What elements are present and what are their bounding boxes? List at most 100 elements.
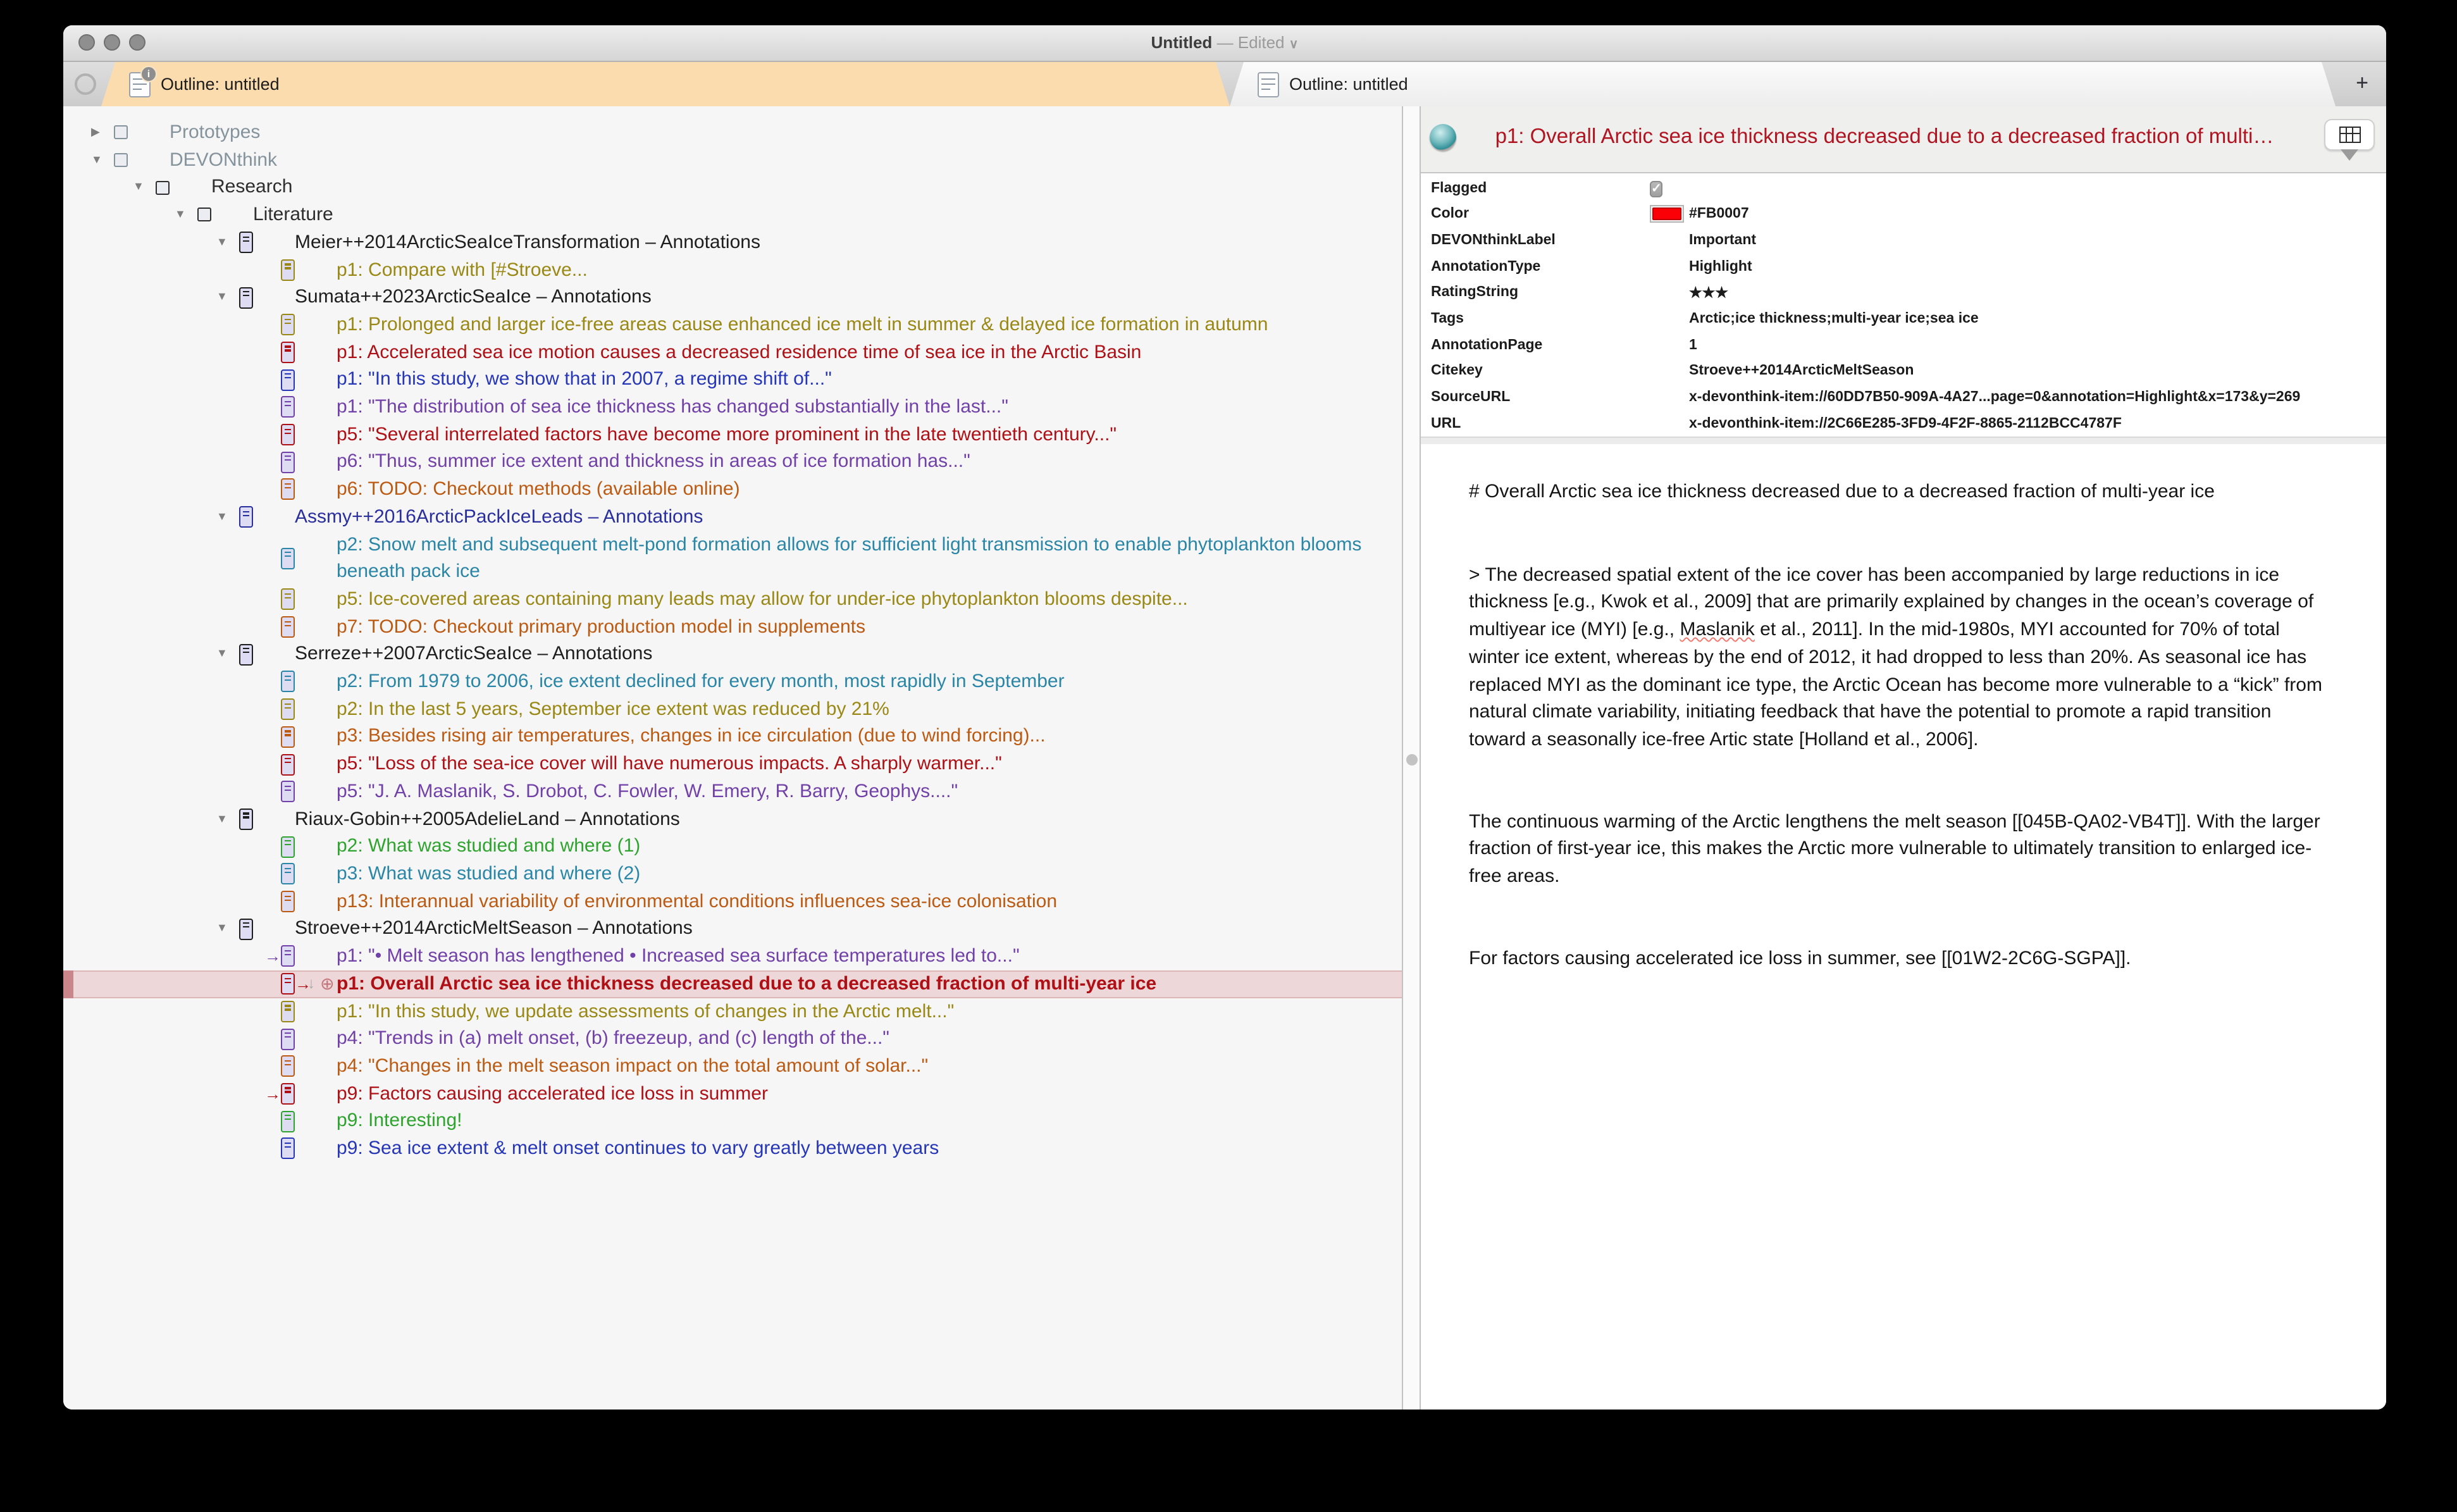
- document-icon: [281, 479, 295, 500]
- outline-item-row[interactable]: p5: "Loss of the sea-ice cover will have…: [63, 750, 1402, 778]
- document-icon: [281, 548, 295, 569]
- field-label: DEVONthinkLabel: [1431, 233, 1556, 248]
- outline-item-row[interactable]: p1: "In this study, we show that in 2007…: [63, 366, 1402, 393]
- field-link-value[interactable]: x-devonthink-item://2C66E285-3FD9-4F2F-8…: [1689, 416, 2122, 431]
- folder-icon: [114, 153, 128, 167]
- inspector-field-color: Color#FB0007: [1421, 201, 2386, 227]
- outline-item-row[interactable]: →p1: "• Melt season has lengthened • Inc…: [63, 943, 1402, 970]
- disclosure-triangle-icon[interactable]: ▼: [216, 915, 228, 943]
- outline-item-row[interactable]: p1: "In this study, we update assessment…: [63, 998, 1402, 1025]
- document-icon: [281, 616, 295, 638]
- outline-row-text: p9: Interesting!: [337, 1110, 462, 1132]
- outline-item-row[interactable]: p2: From 1979 to 2006, ice extent declin…: [63, 668, 1402, 695]
- outline-row-text: p1: Compare with [#Stroeve...: [337, 259, 588, 280]
- outline-item-row[interactable]: p2: In the last 5 years, September ice e…: [63, 696, 1402, 723]
- document-icon: [281, 342, 295, 363]
- disclosure-triangle-icon[interactable]: ▼: [175, 201, 186, 228]
- outline-item-row[interactable]: p5: Ice-covered areas containing many le…: [63, 586, 1402, 613]
- divider-knob[interactable]: [1406, 754, 1417, 765]
- folder-icon: [114, 126, 128, 140]
- outline-row-text: p13: Interannual variability of environm…: [337, 890, 1057, 912]
- tab-overview-button[interactable]: [75, 73, 96, 95]
- outline-item-row[interactable]: →↓⊕p1: Overall Arctic sea ice thickness …: [63, 970, 1402, 998]
- outline-item-row[interactable]: p4: "Changes in the melt season impact o…: [63, 1053, 1402, 1080]
- outline-item-row[interactable]: p3: Besides rising air temperatures, cha…: [63, 723, 1402, 750]
- document-icon: [239, 232, 253, 253]
- window-title: Untitled — Edited ∨: [63, 25, 2386, 63]
- outline-item-row[interactable]: p2: What was studied and where (1): [63, 833, 1402, 860]
- outline-item-row[interactable]: p1: Compare with [#Stroeve...: [63, 256, 1402, 283]
- outline-item-row[interactable]: ▼ Meier++2014ArcticSeaIceTransformation –…: [63, 229, 1402, 256]
- outline-item-row[interactable]: →p9: Factors causing accelerated ice los…: [63, 1080, 1402, 1107]
- pane-divider[interactable]: [1402, 106, 1421, 1410]
- outline-item-row[interactable]: p1: "The distribution of sea ice thickne…: [63, 393, 1402, 421]
- move-down-arrow-icon[interactable]: ↓: [307, 970, 315, 998]
- outline-group-row[interactable]: ▶Prototypes: [63, 119, 1402, 146]
- inspector-field-sourceurl: SourceURLx-devonthink-item://60DD7B50-90…: [1421, 385, 2386, 411]
- disclosure-triangle-icon[interactable]: ▼: [91, 146, 102, 173]
- outline-item-row[interactable]: ▼ Assmy++2016ArcticPackIceLeads – Annotat…: [63, 504, 1402, 531]
- disclosure-triangle-icon[interactable]: ▼: [216, 504, 228, 531]
- outline-row-text: p9: Factors causing accelerated ice loss…: [337, 1082, 768, 1104]
- outline-item-row[interactable]: p6: "Thus, summer ice extent and thickne…: [63, 449, 1402, 476]
- outline-row-text: Sumata++2023ArcticSeaIce – Annotations: [295, 286, 652, 307]
- outline-item-row[interactable]: ▼ Sumata++2023ArcticSeaIce – Annotations: [63, 283, 1402, 311]
- document-text-area[interactable]: # Overall Arctic sea ice thickness decre…: [1421, 444, 2386, 1410]
- outline-item-row[interactable]: p1: Accelerated sea ice motion causes a …: [63, 338, 1402, 366]
- outline-item-row[interactable]: p1: Prolonged and larger ice-free areas …: [63, 311, 1402, 338]
- outline-row-text: p2: Snow melt and subsequent melt-pond f…: [337, 531, 1392, 586]
- disclosure-triangle-icon[interactable]: ▼: [133, 174, 144, 201]
- close-button[interactable]: [78, 34, 95, 51]
- outline-item-row[interactable]: p6: TODO: Checkout methods (available on…: [63, 476, 1402, 503]
- minimize-button[interactable]: [104, 34, 120, 51]
- outline-item-row[interactable]: p3: What was studied and where (2): [63, 860, 1402, 888]
- outline-group-row[interactable]: ▼Literature: [63, 201, 1402, 228]
- disclosure-triangle-icon[interactable]: ▼: [216, 229, 228, 256]
- outline-item-row[interactable]: ▼Riaux-Gobin++2005AdelieLand – Annotatio…: [63, 805, 1402, 833]
- outline-item-row[interactable]: p9: Interesting!: [63, 1108, 1402, 1135]
- outline-item-row[interactable]: p7: TODO: Checkout primary production mo…: [63, 613, 1402, 640]
- title-chevron-icon[interactable]: ∨: [1289, 38, 1299, 52]
- disclosure-triangle-icon[interactable]: ▼: [216, 641, 228, 668]
- field-link-value[interactable]: x-devonthink-item://60DD7B50-909A-4A27..…: [1689, 390, 2300, 405]
- add-circle-icon[interactable]: ⊕: [320, 970, 335, 998]
- outline-item-row[interactable]: p5: "J. A. Maslanik, S. Drobot, C. Fowle…: [63, 778, 1402, 805]
- outline-group-row[interactable]: ▼DEVONthink: [63, 146, 1402, 173]
- outline-row-text: Assmy++2016ArcticPackIceLeads – Annotati…: [295, 506, 703, 528]
- outline-item-row[interactable]: p13: Interannual variability of environm…: [63, 888, 1402, 915]
- outline-item-row[interactable]: p5: "Several interrelated factors have b…: [63, 421, 1402, 448]
- document-icon: [281, 369, 295, 390]
- outline-item-row[interactable]: ▼Serreze++2007ArcticSeaIce – Annotations: [63, 641, 1402, 668]
- tab-bar: i Outline: untitled Outline: untitled +: [63, 62, 2386, 108]
- outline-row-text: p3: Besides rising air temperatures, cha…: [337, 726, 1046, 747]
- outline-item-row[interactable]: p9: Sea ice extent & melt onset continue…: [63, 1135, 1402, 1162]
- outline-item-row[interactable]: p4: "Trends in (a) melt onset, (b) freez…: [63, 1025, 1402, 1052]
- document-icon: [281, 1110, 295, 1132]
- flagged-checkbox[interactable]: ✓: [1650, 181, 1663, 197]
- field-value: Stroeve++2014ArcticMeltSeason: [1689, 364, 1914, 379]
- outline-group-row[interactable]: ▼Research: [63, 174, 1402, 201]
- tab-outline-active[interactable]: i Outline: untitled: [101, 62, 1230, 106]
- outline-row-text: p5: "J. A. Maslanik, S. Drobot, C. Fowle…: [337, 781, 958, 802]
- outline-row-text: p2: From 1979 to 2006, ice extent declin…: [337, 671, 1065, 692]
- outline-row-text: p1: Overall Arctic sea ice thickness dec…: [337, 973, 1156, 995]
- status-orb-icon: [1430, 124, 1456, 151]
- disclosure-triangle-icon[interactable]: ▶: [91, 119, 100, 146]
- document-icon: [281, 397, 295, 418]
- tab-outline-inactive[interactable]: Outline: untitled: [1230, 62, 2336, 106]
- outline-item-row[interactable]: p2: Snow melt and subsequent melt-pond f…: [63, 531, 1402, 586]
- screen: Untitled — Edited ∨ i Outline: untitled …: [0, 0, 2457, 1512]
- outline-row-text: Meier++2014ArcticSeaIceTransformation – …: [295, 232, 760, 253]
- disclosure-triangle-icon[interactable]: ▼: [216, 283, 228, 311]
- new-tab-button[interactable]: +: [2356, 71, 2368, 96]
- field-label: URL: [1431, 416, 1461, 431]
- table-view-button[interactable]: [2324, 118, 2375, 150]
- table-icon: [2339, 126, 2360, 142]
- inspector-pane: p1: Overall Arctic sea ice thickness dec…: [1421, 106, 2386, 1410]
- document-icon: [281, 946, 295, 967]
- disclosure-triangle-icon[interactable]: ▼: [216, 805, 228, 833]
- outline-item-row[interactable]: ▼Stroeve++2014ArcticMeltSeason – Annotat…: [63, 915, 1402, 943]
- color-swatch[interactable]: [1650, 206, 1684, 223]
- collapse-triangle-icon[interactable]: [2341, 149, 2358, 161]
- zoom-button[interactable]: [129, 34, 145, 51]
